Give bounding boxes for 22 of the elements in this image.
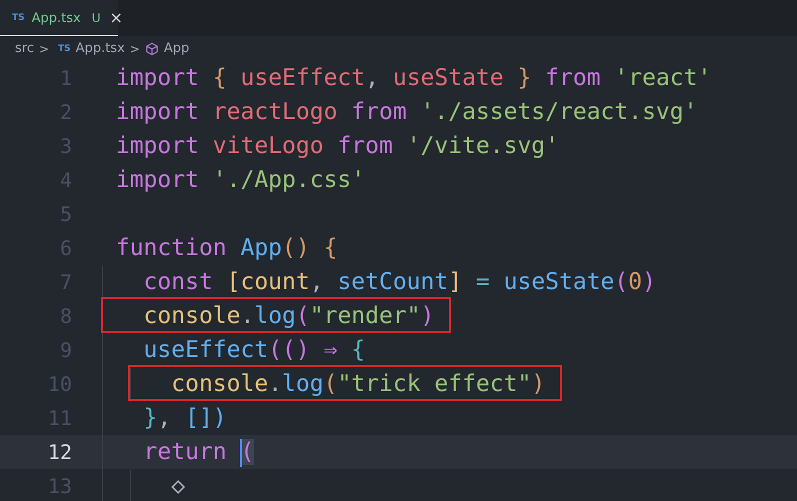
code-line: function App() { [116,235,338,261]
code-line: console.log("trick effect") [170,371,546,397]
code-line: const [count, setCount] = useState(0) [142,269,656,295]
code-line: }, []) [142,405,227,431]
code-line: import reactLogo from './assets/react.svg' [116,99,698,125]
code-line: import viteLogo from '/vite.svg' [116,133,560,159]
code-line: import { useEffect, useState } from 'react' [116,65,712,91]
breadcrumb-item[interactable]: src [15,41,34,56]
language-label: TS [58,44,71,54]
breadcrumb-separator: > [130,42,140,56]
breadcrumb-item[interactable]: App.tsx [76,41,125,56]
cube-icon [144,42,159,56]
git-status: U [92,11,101,25]
line-number: 12 [46,440,72,464]
code-line: import './App.css' [116,167,366,193]
breadcrumb-separator: > [38,42,50,56]
code-line: console.log("render") [142,303,434,329]
code-line: useEffect(() ⇒ { [142,337,366,363]
breadcrumb-item[interactable]: App [164,41,190,56]
tab-title: App.tsx [32,10,81,26]
code-line: ◇ [170,473,186,499]
language-label: TS [12,13,25,23]
